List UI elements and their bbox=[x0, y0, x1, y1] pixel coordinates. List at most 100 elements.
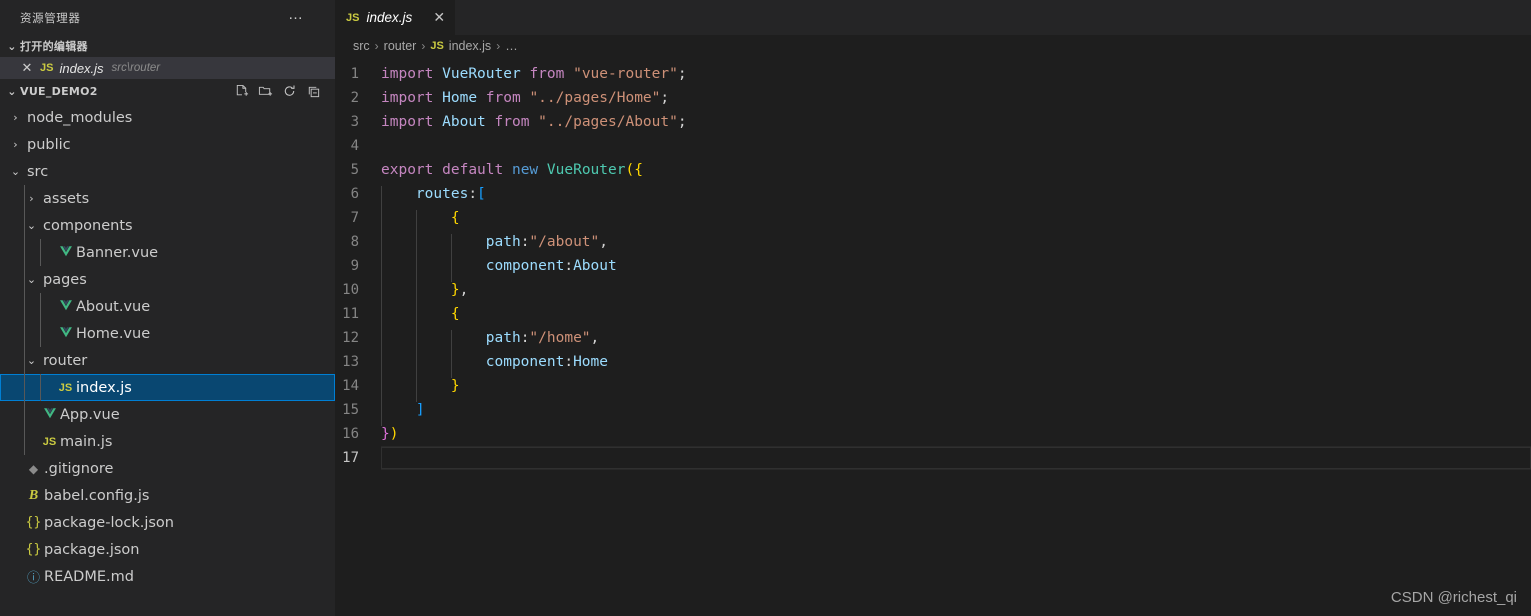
code-line[interactable]: 14 } bbox=[335, 374, 1531, 402]
breadcrumb-item-index-js[interactable]: index.js bbox=[449, 39, 491, 53]
tab-bar: JS index.js ✕ bbox=[335, 0, 1531, 35]
tree-item-pages[interactable]: ⌄ pages bbox=[0, 266, 335, 293]
code-line[interactable]: 5 export default new VueRouter({ bbox=[335, 158, 1531, 182]
tree-item-home-vue[interactable]: Home.vue bbox=[0, 320, 335, 347]
tree-item-label: components bbox=[43, 217, 133, 234]
code-line[interactable]: 3 import About from "../pages/About"; bbox=[335, 110, 1531, 134]
line-number: 10 bbox=[342, 282, 359, 298]
breadcrumb-item-src[interactable]: src bbox=[353, 39, 370, 53]
chevron-down-icon: ⌄ bbox=[7, 39, 17, 53]
tree-item-label: Banner.vue bbox=[76, 244, 159, 261]
tree-item-label: assets bbox=[43, 190, 90, 207]
close-icon[interactable]: ✕ bbox=[20, 60, 34, 76]
chevron-down-icon[interactable]: ⌄ bbox=[24, 219, 39, 232]
code-line[interactable]: 12 path:"/home", bbox=[335, 326, 1531, 354]
chevron-right-icon[interactable]: › bbox=[8, 111, 23, 124]
explorer-title-row: 资源管理器 … bbox=[0, 0, 335, 35]
code-line[interactable]: 6 routes:[ bbox=[335, 182, 1531, 210]
code-line[interactable]: 11 { bbox=[335, 302, 1531, 330]
chevron-right-icon: › bbox=[496, 39, 501, 53]
line-number: 13 bbox=[342, 354, 359, 370]
tree-item-babel-config-js[interactable]: Bbabel.config.js bbox=[0, 482, 335, 509]
tree-item-main-js[interactable]: JS main.js bbox=[0, 428, 335, 455]
line-number: 5 bbox=[350, 162, 359, 178]
tree-item-gitignore[interactable]: ◆ .gitignore bbox=[0, 455, 335, 482]
tree-item-components[interactable]: ⌄ components bbox=[0, 212, 335, 239]
indent-guide bbox=[24, 428, 25, 455]
tree-item-index-js[interactable]: JS index.js bbox=[0, 374, 335, 401]
code-line-content: component:About bbox=[381, 258, 1531, 282]
chevron-down-icon[interactable]: ⌄ bbox=[8, 165, 23, 178]
code-line[interactable]: 8 path:"/about", bbox=[335, 230, 1531, 258]
code-line[interactable]: 13 component:Home bbox=[335, 350, 1531, 378]
line-number: 7 bbox=[350, 210, 359, 226]
open-editor-filename: index.js bbox=[59, 60, 104, 76]
tree-item-label: index.js bbox=[76, 379, 132, 396]
line-number: 17 bbox=[342, 450, 359, 466]
explorer-title: 资源管理器 bbox=[20, 10, 81, 25]
code-line-content bbox=[381, 446, 1531, 470]
open-editor-item-index-js[interactable]: ✕ JS index.js src\router bbox=[0, 57, 335, 79]
chevron-down-icon[interactable]: ⌄ bbox=[24, 273, 39, 286]
code-line-content: }) bbox=[381, 426, 399, 442]
chevron-down-icon: ⌄ bbox=[7, 84, 17, 98]
line-number: 12 bbox=[342, 330, 359, 346]
tree-item-label: About.vue bbox=[76, 298, 151, 315]
tree-item-node-modules[interactable]: › node_modules bbox=[0, 104, 335, 131]
new-file-icon[interactable] bbox=[234, 84, 249, 99]
tree-item-package-json[interactable]: {} package.json bbox=[0, 536, 335, 563]
code-line-content: path:"/home", bbox=[381, 330, 1531, 354]
breadcrumb-item-symbols[interactable]: … bbox=[505, 39, 518, 53]
code-line[interactable]: 1 import VueRouter from "vue-router"; bbox=[335, 62, 1531, 86]
more-actions-icon[interactable]: … bbox=[285, 7, 307, 29]
breadcrumb-item-router[interactable]: router bbox=[384, 39, 417, 53]
line-number: 11 bbox=[342, 306, 359, 322]
code-line[interactable]: 10 }, bbox=[335, 278, 1531, 306]
editor-area: JS index.js ✕ src › router › JS index.js… bbox=[335, 0, 1531, 616]
line-number: 8 bbox=[350, 234, 359, 250]
tab-index-js[interactable]: JS index.js ✕ bbox=[335, 0, 457, 35]
file-tree: › node_modules › public ⌄ src › assets ⌄ componen… bbox=[0, 103, 335, 590]
tree-item-public[interactable]: › public bbox=[0, 131, 335, 158]
tree-item-label: node_modules bbox=[27, 109, 133, 126]
chevron-right-icon[interactable]: › bbox=[8, 138, 23, 151]
chevron-down-icon[interactable]: ⌄ bbox=[24, 354, 39, 367]
line-number: 4 bbox=[350, 138, 359, 154]
code-line-content: ] bbox=[381, 402, 1531, 426]
open-editors-label: 打开的编辑器 bbox=[20, 40, 88, 53]
code-line[interactable]: 7 { bbox=[335, 206, 1531, 234]
open-editors-header[interactable]: ⌄ 打开的编辑器 bbox=[0, 35, 335, 57]
git-file-icon: ◆ bbox=[28, 461, 39, 476]
code-line[interactable]: 15 ] bbox=[335, 398, 1531, 426]
collapse-all-icon[interactable] bbox=[306, 84, 321, 99]
code-line[interactable]: 16}) bbox=[335, 422, 1531, 446]
line-number: 14 bbox=[342, 378, 359, 394]
tree-item-package-lock-json[interactable]: {} package-lock.json bbox=[0, 509, 335, 536]
code-line[interactable]: 4 bbox=[335, 134, 1531, 158]
code-line[interactable]: 2 import Home from "../pages/Home"; bbox=[335, 86, 1531, 110]
vue-file-icon bbox=[39, 406, 60, 423]
vscode-window: 资源管理器 … ⌄ 打开的编辑器 ✕ JS index.js src\route… bbox=[0, 0, 1531, 616]
project-root-header[interactable]: ⌄ VUE_DEMO2 bbox=[0, 79, 335, 103]
code-line[interactable]: 17 bbox=[335, 446, 1531, 470]
code-line[interactable]: 9 component:About bbox=[335, 254, 1531, 282]
line-number: 6 bbox=[350, 186, 359, 202]
tree-item-router[interactable]: ⌄ router bbox=[0, 347, 335, 374]
chevron-right-icon: › bbox=[421, 39, 426, 53]
tree-item-label: Home.vue bbox=[76, 325, 151, 342]
tree-item-readme-md[interactable]: ⓘ README.md bbox=[0, 563, 335, 590]
tree-item-label: babel.config.js bbox=[44, 487, 150, 504]
tree-item-src[interactable]: ⌄ src bbox=[0, 158, 335, 185]
line-number: 1 bbox=[350, 66, 359, 82]
indent-guide bbox=[24, 320, 25, 347]
chevron-right-icon[interactable]: › bbox=[24, 192, 39, 205]
tree-item-about-vue[interactable]: About.vue bbox=[0, 293, 335, 320]
js-file-icon: JS bbox=[346, 11, 360, 24]
new-folder-icon[interactable] bbox=[258, 84, 273, 99]
code-editor[interactable]: 1 import VueRouter from "vue-router"; 2 imp… bbox=[335, 57, 1531, 470]
tree-item-banner-vue[interactable]: Banner.vue bbox=[0, 239, 335, 266]
tree-item-assets[interactable]: › assets bbox=[0, 185, 335, 212]
tree-item-app-vue[interactable]: App.vue bbox=[0, 401, 335, 428]
refresh-icon[interactable] bbox=[282, 84, 297, 99]
close-icon[interactable]: ✕ bbox=[431, 9, 447, 26]
